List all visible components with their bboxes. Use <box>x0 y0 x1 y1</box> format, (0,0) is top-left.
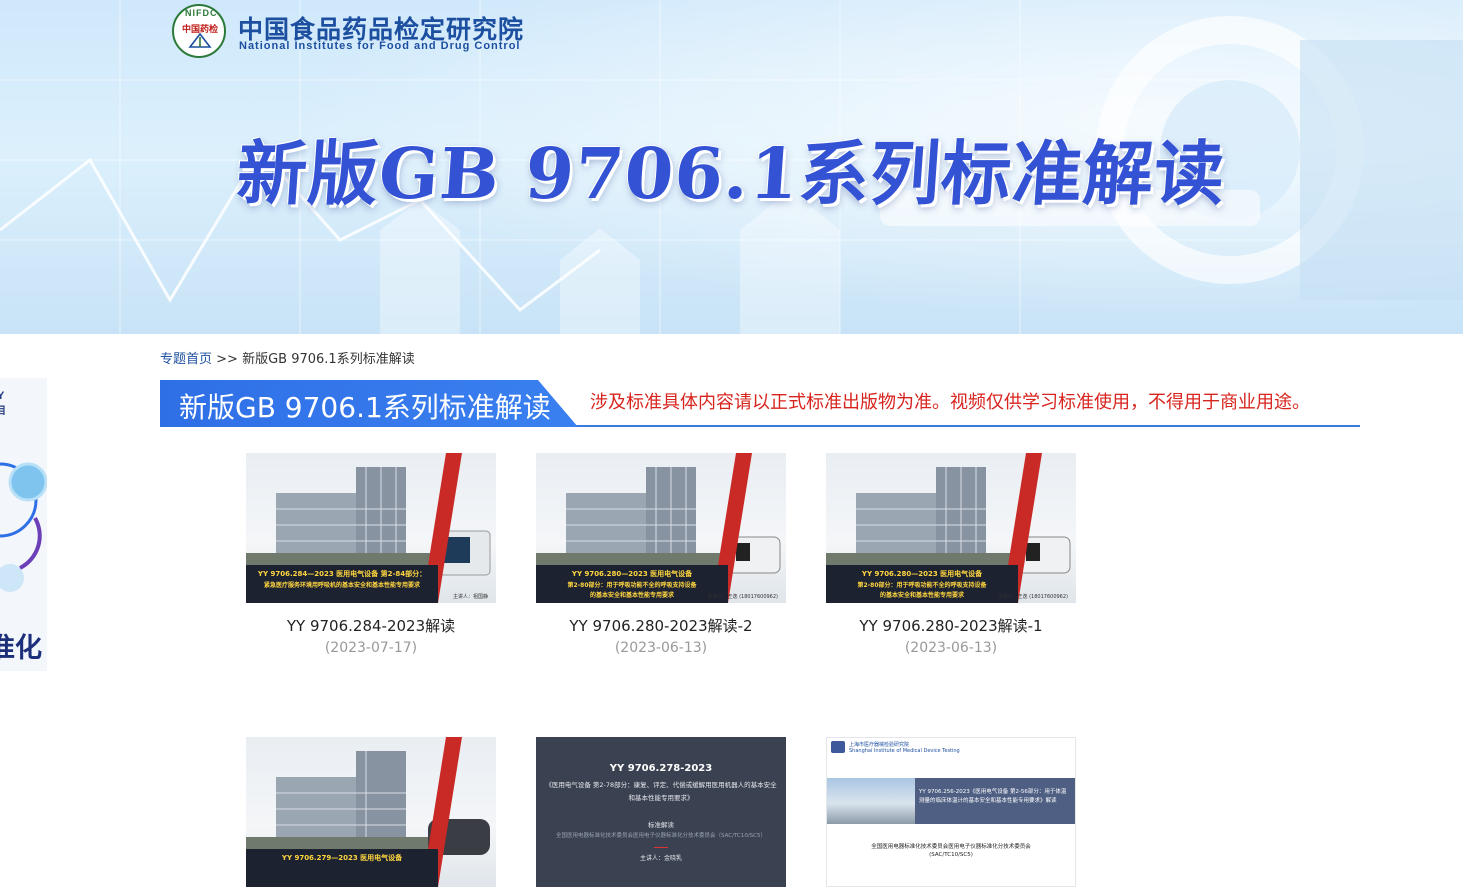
thumbnail-caption-bar: YY 9706.280—2023 医用电气设备 第2-80部分：用于呼吸功能不全… <box>826 565 1018 603</box>
nifdc-emblem: NIFDC 中国药检 <box>172 4 226 58</box>
video-card[interactable]: YY 9706.280—2023 医用电气设备 第2-80部分：用于呼吸功能不全… <box>536 453 786 656</box>
thumbnail-speaker: 主讲人：祖国静 <box>452 594 488 600</box>
thumbnail-standard-number: YY 9706.278-2023 <box>609 763 713 774</box>
thumbnail-caption-bar: YY 9706.279—2023 医用电气设备 <box>246 849 438 887</box>
thumbnail-committee: 全国医用电器标准化技术委员会医用电子仪器标准化分技术委员会 <box>871 844 1031 850</box>
video-thumbnail[interactable]: 上海市医疗器械检验研究院 Shanghai Institute of Medic… <box>826 737 1076 887</box>
video-title[interactable]: YY 9706.280-2023解读-2 <box>536 615 786 636</box>
video-card[interactable]: YY 9706.278-2023 《医用电气设备 第2-78部分：康复、评定、代… <box>536 737 786 887</box>
thumbnail-standard-title: YY 9706.256-2023《医用电气设备 第2-56部分：用于体温测量的临… <box>919 789 1067 804</box>
breadcrumb-current: 新版GB 9706.1系列标准解读 <box>242 352 415 367</box>
thumbnail-divider <box>654 847 668 848</box>
thumbnail-title-band: YY 9706.256-2023《医用电气设备 第2-56部分：用于体温测量的临… <box>827 778 1075 824</box>
emblem-ring-text: NIFDC <box>185 8 218 18</box>
institute-building-image <box>827 778 915 824</box>
thumbnail-speaker: 主讲人：王逸 (18017600962) <box>707 594 778 600</box>
thumbnail-institute-cn: 上海市医疗器械检验研究院 <box>849 742 910 748</box>
thumbnail-speaker: 主讲人：王逸 (18017600962) <box>997 594 1068 600</box>
org-logo[interactable]: NIFDC 中国药检 中国食品药品检定研究院 National Institut… <box>172 4 552 60</box>
video-thumbnail[interactable]: YY 9706.279—2023 医用电气设备 <box>246 737 496 887</box>
side-ad-text-1: Y <box>0 390 5 402</box>
thumbnail-caption-line1: YY 9706.280—2023 医用电气设备 <box>861 570 983 578</box>
thumbnail-caption-line1: YY 9706.279—2023 医用电气设备 <box>281 854 403 862</box>
thumbnail-speaker: 主讲人：金晓乳 <box>639 855 682 862</box>
video-card[interactable]: YY 9706.280—2023 医用电气设备 第2-80部分：用于呼吸功能不全… <box>826 453 1076 656</box>
video-title[interactable]: YY 9706.280-2023解读-1 <box>826 615 1076 636</box>
section-title-tab: 新版GB 9706.1系列标准解读 <box>160 380 578 427</box>
thumbnail-caption-line2: 第2-80部分：用于呼吸功能不全的呼吸支持设备 <box>567 582 697 589</box>
thumbnail-caption-line1: YY 9706.280—2023 医用电气设备 <box>571 570 693 578</box>
video-thumbnail[interactable]: YY 9706.280—2023 医用电气设备 第2-80部分：用于呼吸功能不全… <box>536 453 786 603</box>
section-title: 新版GB 9706.1系列标准解读 <box>179 391 551 424</box>
banner-title: 新版GB 9706.1系列标准解读 <box>234 132 1229 215</box>
video-date: (2023-06-13) <box>904 640 998 656</box>
video-thumbnail[interactable]: YY 9706.284—2023 医用电气设备 第2-84部分： 紧急医疗服务环… <box>246 453 496 603</box>
video-thumbnail[interactable]: YY 9706.280—2023 医用电气设备 第2-80部分：用于呼吸功能不全… <box>826 453 1076 603</box>
scales-icon <box>188 33 212 48</box>
video-card[interactable]: 上海市医疗器械检验研究院 Shanghai Institute of Medic… <box>826 737 1076 887</box>
thumbnail-standard-title: 《医用电气设备 第2-78部分：康复、评定、代偿或缓解用医用机器人的基本安全和基… <box>545 781 777 802</box>
thumbnail-caption-bar: YY 9706.284—2023 医用电气设备 第2-84部分： 紧急医疗服务环… <box>246 565 438 603</box>
thumbnail-caption-line1: YY 9706.284—2023 医用电气设备 第2-84部分： <box>257 570 427 578</box>
org-name-en: National Institutes for Food and Drug Co… <box>239 40 521 52</box>
side-ad-text-2: 目 <box>0 406 6 417</box>
video-card[interactable]: YY 9706.284—2023 医用电气设备 第2-84部分： 紧急医疗服务环… <box>246 453 496 656</box>
thumbnail-institute-en: Shanghai Institute of Medical Device Tes… <box>849 748 960 754</box>
video-card[interactable]: YY 9706.279—2023 医用电气设备 <box>246 737 496 887</box>
institute-logo-icon <box>831 741 845 753</box>
banner: NIFDC 中国药检 中国食品药品检定研究院 National Institut… <box>0 0 1463 334</box>
thumbnail-caption-line3: 的基本安全和基本性能专用要求 <box>589 592 674 599</box>
copyright-notice: 涉及标准具体内容请以正式标准出版物为准。视频仅供学习标准使用，不得用于商业用途。 <box>590 392 1310 413</box>
breadcrumb-separator: >> <box>216 352 238 367</box>
video-date: (2023-06-13) <box>614 640 708 656</box>
thumbnail-committee-code: (SAC/TC10/SC5) <box>929 852 973 858</box>
thumbnail-caption-line2: 第2-80部分：用于呼吸功能不全的呼吸支持设备 <box>857 582 987 589</box>
video-title[interactable]: YY 9706.284-2023解读 <box>246 615 496 636</box>
breadcrumb-home-link[interactable]: 专题首页 <box>160 352 212 367</box>
side-ad-graphic <box>0 462 47 592</box>
side-ad-text-3: 准化 <box>0 633 42 664</box>
breadcrumb: 专题首页 >> 新版GB 9706.1系列标准解读 <box>160 348 415 367</box>
thumbnail-caption-line3: 的基本安全和基本性能专用要求 <box>879 592 964 599</box>
thumbnail-committee: 全国医用电器标准化技术委员会医用电子仪器标准化分技术委员会（SAC/TC10/S… <box>555 833 766 839</box>
video-thumbnail[interactable]: YY 9706.278-2023 《医用电气设备 第2-78部分：康复、评定、代… <box>536 737 786 887</box>
thumbnail-subtitle: 标准解读 <box>648 821 674 829</box>
thumbnail-caption-bar: YY 9706.280—2023 医用电气设备 第2-80部分：用于呼吸功能不全… <box>536 565 728 603</box>
thumbnail-caption-line2: 紧急医疗服务环境用呼吸机的基本安全和基本性能专用要求 <box>263 582 420 589</box>
side-floating-ad[interactable]: Y 目 准化 <box>0 378 47 671</box>
video-date: (2023-07-17) <box>324 640 418 656</box>
